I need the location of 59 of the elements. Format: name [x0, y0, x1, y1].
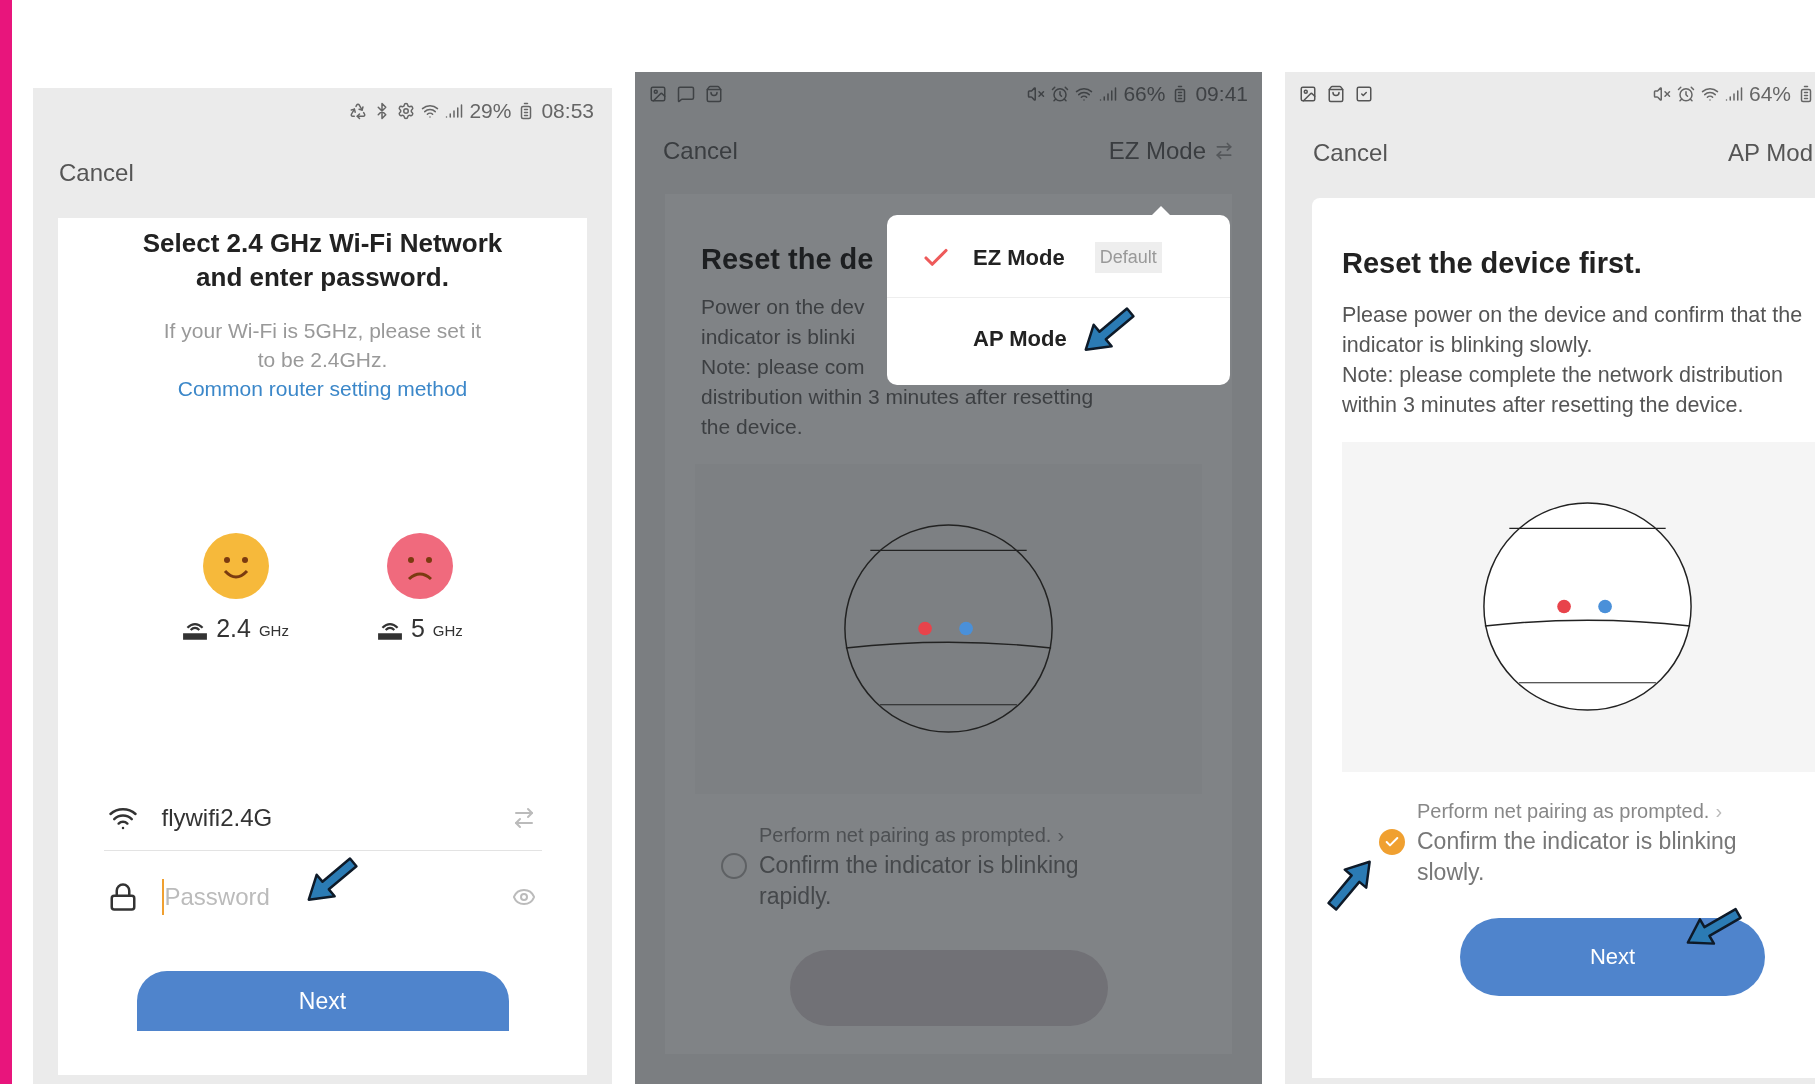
step-confirm: Confirm the indicator is blinking slowly. — [1417, 826, 1738, 887]
recycle-icon — [349, 102, 368, 120]
body-text: Note: please com — [701, 353, 865, 380]
image-icon — [649, 85, 667, 103]
body-text: Power on the dev — [701, 293, 865, 320]
signal-icon — [1724, 85, 1743, 103]
wifi-icon — [1700, 85, 1719, 103]
body-text: indicator is blinki — [701, 323, 856, 350]
step-checkbox[interactable] — [721, 852, 747, 879]
note-text: Note: please complete the network distribution within 3 minutes after resetting the device. — [1342, 361, 1784, 419]
battery-percent: 29% — [469, 98, 512, 125]
status-time: 09:41 — [1195, 81, 1248, 108]
checklist-icon — [1355, 85, 1373, 103]
page-title: Select 2.4 GHz Wi-Fi Network and enter password. — [141, 227, 504, 294]
step-checkbox[interactable] — [1379, 828, 1405, 855]
mode-menu-button[interactable]: AP Mod — [1728, 135, 1815, 171]
band-value: 2.4 — [216, 615, 251, 641]
band-unit: GHz — [258, 621, 289, 641]
step-prompt: Perform net pairing as prompted. — [1417, 798, 1710, 824]
signal-icon — [445, 102, 464, 120]
wifi-icon — [1075, 85, 1094, 103]
body-text: the device. — [701, 413, 803, 440]
next-button[interactable]: Next — [1460, 917, 1765, 996]
band-unit: GHz — [432, 621, 463, 641]
menu-item[interactable]: AP Mode — [887, 298, 1230, 378]
network-name[interactable]: flywifi2.4G — [161, 799, 512, 836]
mute-icon — [1652, 85, 1671, 103]
band-value: 5 — [410, 615, 425, 641]
chevron-icon: › — [1715, 795, 1723, 826]
signal-icon — [1099, 85, 1118, 103]
next-button[interactable]: Next — [136, 971, 509, 1031]
status-time: 08:53 — [541, 98, 594, 125]
page-title: Reset the device first. — [1342, 246, 1643, 281]
wifi-icon — [421, 102, 440, 120]
menu-item[interactable]: EZ Mode Default — [887, 218, 1230, 298]
gear-icon — [397, 102, 416, 120]
body-text: distribution within 3 minutes after resetting — [701, 383, 1094, 410]
router-setting-link[interactable]: Common router setting method — [177, 377, 468, 400]
bag-icon — [705, 85, 723, 103]
alarm-icon — [1051, 85, 1070, 103]
cancel-link[interactable]: Cancel — [1313, 135, 1388, 171]
cancel-link[interactable]: Cancel — [59, 155, 134, 191]
body-text: Please power on the device and confirm that the indicator is blinking slowly. — [1342, 301, 1804, 359]
default-badge: Default — [1094, 242, 1162, 273]
menu-label: AP Mode — [973, 324, 1067, 353]
swap-icon[interactable] — [1214, 141, 1234, 161]
menu-label: EZ Mode — [973, 244, 1065, 272]
chevron-icon: › — [1057, 819, 1065, 850]
battery-percent: 64% — [1748, 81, 1791, 108]
step-confirm: Confirm the indicator is blinking rapidly. — [759, 850, 1080, 911]
password-field[interactable]: Password — [161, 879, 274, 915]
bag-icon — [1327, 85, 1345, 103]
alarm-icon — [1676, 85, 1695, 103]
battery-percent: 66% — [1123, 81, 1166, 108]
hint-text: If your Wi-Fi is 5GHz, please set it to be 2.4GHz. Common router setting method — [162, 318, 483, 402]
page-title: Reset the de — [701, 242, 874, 277]
mute-icon — [1027, 85, 1046, 103]
message-icon — [677, 85, 695, 103]
image-icon — [1299, 85, 1317, 103]
